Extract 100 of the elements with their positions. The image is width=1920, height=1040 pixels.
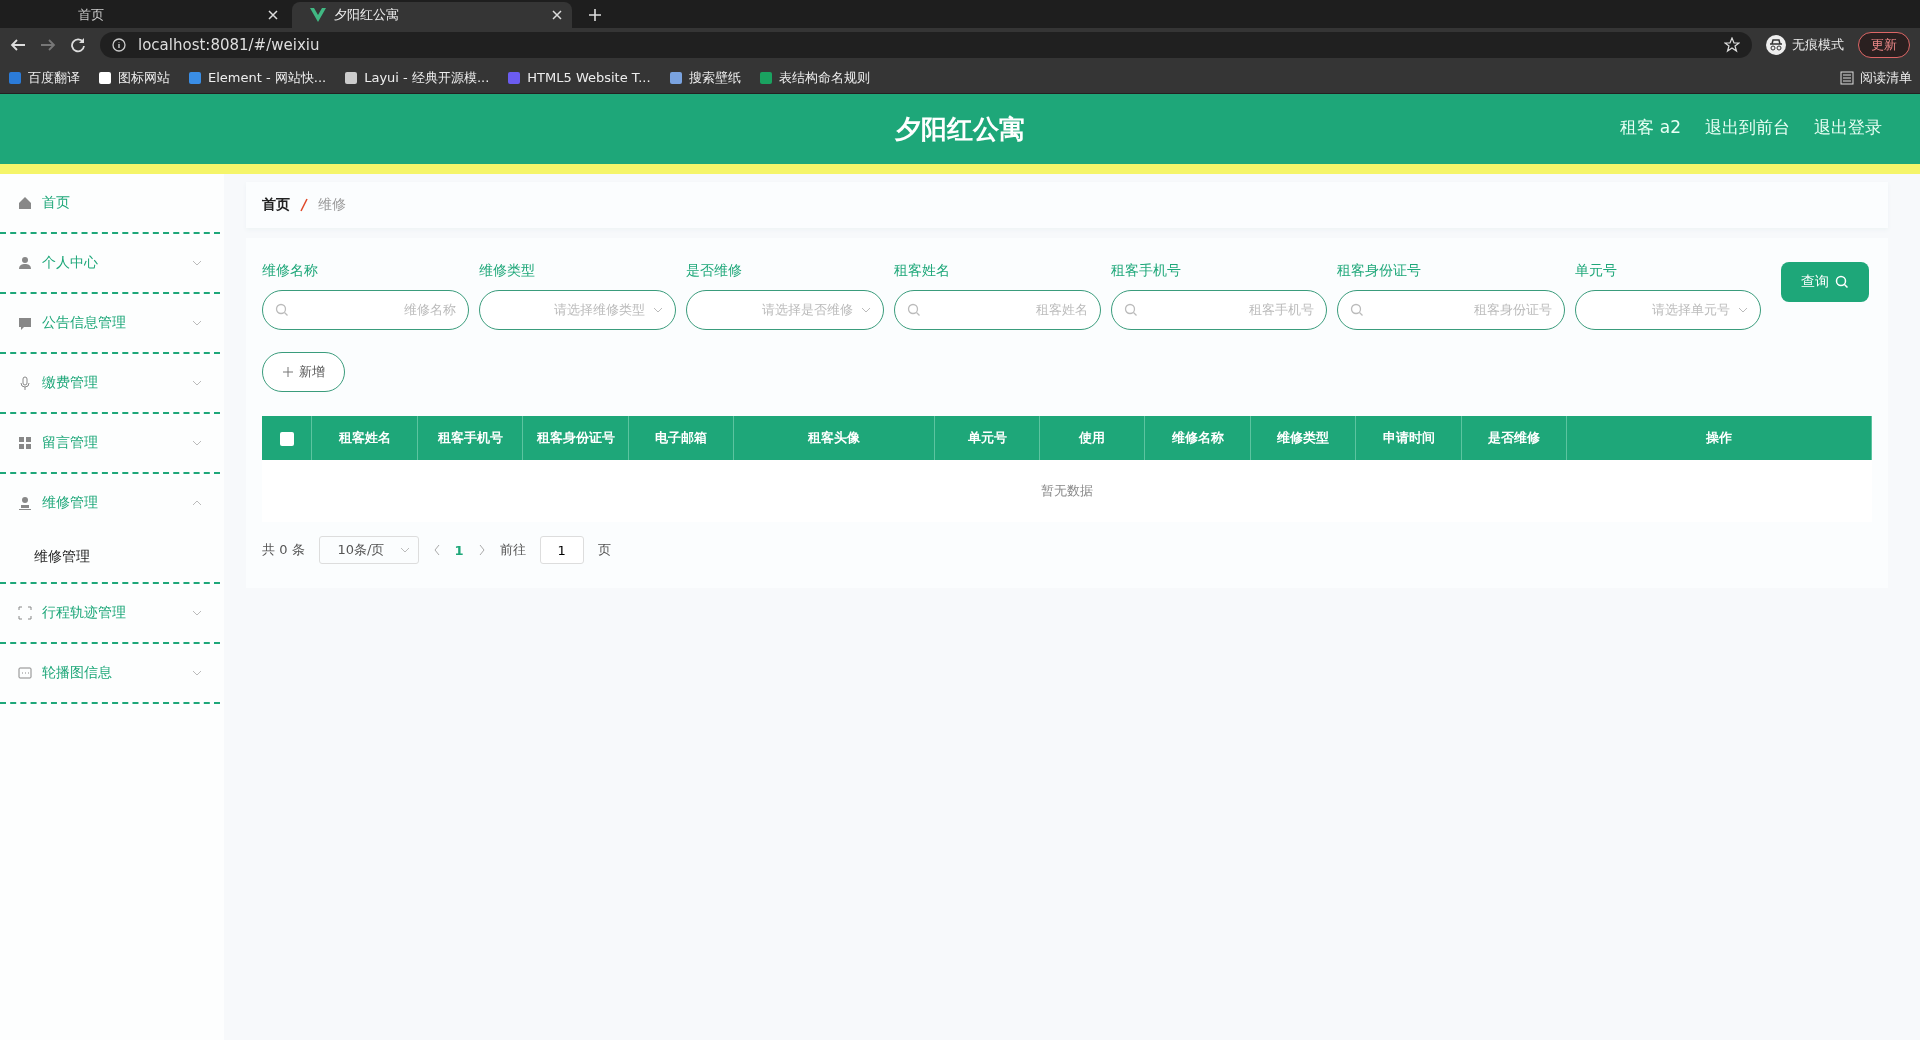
bookmark[interactable]: HTML5 Website T... [507, 70, 651, 85]
menu-item-icon [18, 436, 32, 450]
close-icon[interactable] [552, 10, 562, 20]
separator-icon [300, 198, 308, 212]
column-header: 租客手机号 [417, 416, 523, 460]
menu-item-icon [18, 256, 32, 270]
search-icon [907, 303, 921, 317]
address-bar[interactable]: localhost:8081/#/weixiu [100, 32, 1752, 58]
bookmark[interactable]: Layui - 经典开源模... [344, 68, 490, 87]
column-header: 租客头像 [733, 416, 935, 460]
column-header: 租客身份证号 [522, 416, 629, 460]
page-suffix: 页 [597, 541, 611, 559]
goto-label: 前往 [499, 541, 526, 559]
search-icon [1835, 275, 1849, 289]
plus-icon [282, 367, 293, 377]
menu-item-icon [18, 606, 32, 620]
menu-item-icon [18, 666, 32, 680]
filter-label: 租客姓名 [894, 262, 951, 280]
column-header: 操作 [1566, 416, 1872, 460]
incognito-label: 无痕模式 [1792, 36, 1844, 54]
filter-label: 维修类型 [479, 262, 536, 280]
sidebar-item[interactable]: 行程轨迹管理 [0, 584, 220, 642]
back-icon[interactable] [10, 37, 26, 53]
column-header: 租客姓名 [312, 416, 418, 460]
bookmark-icon [188, 70, 202, 85]
bookmark-icon [507, 70, 522, 85]
query-button[interactable]: 查询 [1781, 262, 1869, 302]
browser-tab[interactable]: 夕阳红公寓 [292, 2, 572, 28]
menu-item-icon [18, 196, 32, 210]
bookmark[interactable]: 搜索壁纸 [668, 68, 741, 87]
filter-label: 维修名称 [262, 262, 319, 280]
info-icon [112, 38, 126, 52]
incognito-icon [1766, 35, 1786, 55]
sidebar-item[interactable]: 轮播图信息 [0, 644, 220, 702]
chevron-down-icon [861, 307, 871, 313]
filter-label: 单元号 [1575, 262, 1618, 280]
chevron-down-icon [653, 307, 663, 313]
bookmark-icon [758, 70, 773, 85]
new-tab-icon[interactable] [588, 8, 602, 22]
total-count: 共 0 条 [262, 541, 305, 559]
column-header: 申请时间 [1355, 416, 1462, 460]
bookmark[interactable]: 表结构命名规则 [758, 68, 870, 87]
page-input[interactable]: 1 [539, 536, 584, 564]
star-icon[interactable] [1724, 37, 1740, 53]
breadcrumb-item[interactable]: 首页 [262, 196, 290, 214]
chevron-down-icon [1738, 307, 1748, 313]
column-header: 是否维修 [1461, 416, 1567, 460]
search-icon [1350, 303, 1364, 317]
header-link[interactable]: 退出到前台 [1705, 116, 1790, 139]
bookmark-icon [344, 70, 359, 85]
sidebar-item[interactable]: 首页 [0, 174, 220, 232]
header-link[interactable]: 租客 a2 [1620, 116, 1681, 139]
submenu-item[interactable]: 维修管理 [0, 532, 220, 582]
sidebar-item[interactable]: 个人中心 [0, 234, 220, 292]
add-button[interactable]: 新增 [262, 352, 345, 392]
column-header: 维修类型 [1250, 416, 1356, 460]
reload-icon[interactable] [70, 37, 86, 53]
breadcrumb-item: 维修 [318, 196, 346, 214]
page-size-select[interactable]: 10条/页 [318, 536, 419, 564]
forward-icon[interactable] [40, 37, 56, 53]
bookmark-icon [8, 70, 22, 85]
update-button[interactable]: 更新 [1858, 32, 1910, 58]
filter-label: 是否维修 [686, 262, 743, 280]
bookmark-icon [668, 70, 683, 85]
select-field[interactable]: 请选择单元号 [1575, 290, 1761, 330]
column-header: 单元号 [934, 416, 1040, 460]
column-header: 维修名称 [1144, 416, 1251, 460]
filter-label: 租客手机号 [1111, 262, 1182, 280]
search-icon [275, 303, 289, 317]
search-field[interactable]: 租客手机号 [1111, 290, 1327, 330]
chevron-down-icon [399, 547, 410, 553]
close-icon[interactable] [268, 10, 278, 20]
select-field[interactable]: 请选择是否维修 [686, 290, 884, 330]
bookmark[interactable]: 百度翻译 [8, 68, 80, 87]
page-number[interactable]: 1 [454, 542, 464, 558]
header-link[interactable]: 退出登录 [1814, 116, 1882, 139]
sidebar-item[interactable]: 维修管理 [0, 474, 220, 532]
empty-message: 暂无数据 [262, 460, 1872, 522]
search-icon [1124, 303, 1138, 317]
menu-item-icon [18, 316, 32, 330]
search-field[interactable]: 租客姓名 [894, 290, 1101, 330]
search-field[interactable]: 租客身份证号 [1337, 290, 1565, 330]
sidebar-item[interactable]: 留言管理 [0, 414, 220, 472]
bookmark[interactable]: Element - 网站快... [188, 68, 327, 87]
reading-list[interactable]: 阅读清单 [1840, 68, 1912, 87]
list-icon [1840, 70, 1854, 85]
select-all-checkbox[interactable] [279, 431, 294, 446]
app-title: 夕阳红公寓 [895, 112, 1025, 146]
filter-label: 租客身份证号 [1337, 262, 1422, 280]
column-header: 使用 [1039, 416, 1145, 460]
menu-item-icon [18, 496, 32, 510]
bookmark-icon [98, 70, 112, 85]
search-field[interactable]: 维修名称 [262, 290, 469, 330]
select-field[interactable]: 请选择维修类型 [479, 290, 676, 330]
bookmark[interactable]: 图标网站 [98, 68, 170, 87]
sidebar-item[interactable]: 公告信息管理 [0, 294, 220, 352]
sidebar-item[interactable]: 缴费管理 [0, 354, 220, 412]
menu-item-icon [18, 376, 32, 390]
browser-tab[interactable]: 首页 [8, 2, 288, 28]
vue-logo-icon [310, 8, 326, 22]
